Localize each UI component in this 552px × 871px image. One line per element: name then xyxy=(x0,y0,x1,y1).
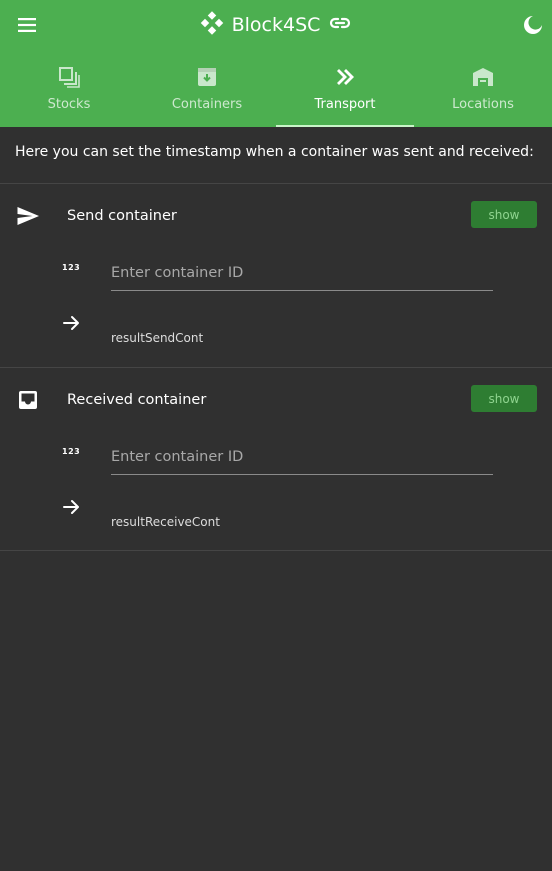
tab-label: Locations xyxy=(452,97,514,112)
send-icon xyxy=(16,204,40,228)
numeric-id-icon: 123 xyxy=(62,447,81,456)
warehouse-icon xyxy=(471,65,495,89)
arrow-right-icon xyxy=(61,313,81,333)
stacked-squares-icon xyxy=(57,65,81,89)
container-id-input[interactable] xyxy=(111,255,493,291)
tab-label: Containers xyxy=(171,97,243,112)
show-button[interactable]: show xyxy=(471,201,537,228)
moon-icon[interactable] xyxy=(520,12,546,38)
app-title: Block4SC xyxy=(231,14,321,36)
tab-transport[interactable]: Transport xyxy=(276,55,414,127)
receive-result: resultReceiveCont xyxy=(111,515,220,529)
arrow-right-icon xyxy=(61,497,81,517)
show-button[interactable]: show xyxy=(471,385,537,412)
tab-locations[interactable]: Locations xyxy=(414,55,552,127)
app-header: Block4SC Stocks Containers Transport Loc… xyxy=(0,0,552,127)
section-title: Received container xyxy=(67,392,207,408)
double-chevron-right-icon xyxy=(333,65,357,89)
divider xyxy=(0,183,552,184)
divider xyxy=(0,367,552,368)
tab-label: Stocks xyxy=(47,97,91,112)
numeric-id-icon: 123 xyxy=(62,263,81,272)
inbox-icon xyxy=(16,388,40,412)
tab-containers[interactable]: Containers xyxy=(138,55,276,127)
diamond-blocks-logo-icon xyxy=(200,11,224,39)
app-brand: Block4SC xyxy=(0,8,552,42)
tab-label: Transport xyxy=(314,97,376,112)
intro-text: Here you can set the timestamp when a co… xyxy=(15,144,534,160)
section-title: Send container xyxy=(67,208,177,224)
chain-link-icon[interactable] xyxy=(328,11,352,39)
divider xyxy=(0,550,552,551)
archive-box-icon xyxy=(195,65,219,89)
tab-stocks[interactable]: Stocks xyxy=(0,55,138,127)
container-id-input[interactable] xyxy=(111,439,493,475)
send-result: resultSendCont xyxy=(111,331,204,345)
main-tabs: Stocks Containers Transport Locations xyxy=(0,55,552,127)
